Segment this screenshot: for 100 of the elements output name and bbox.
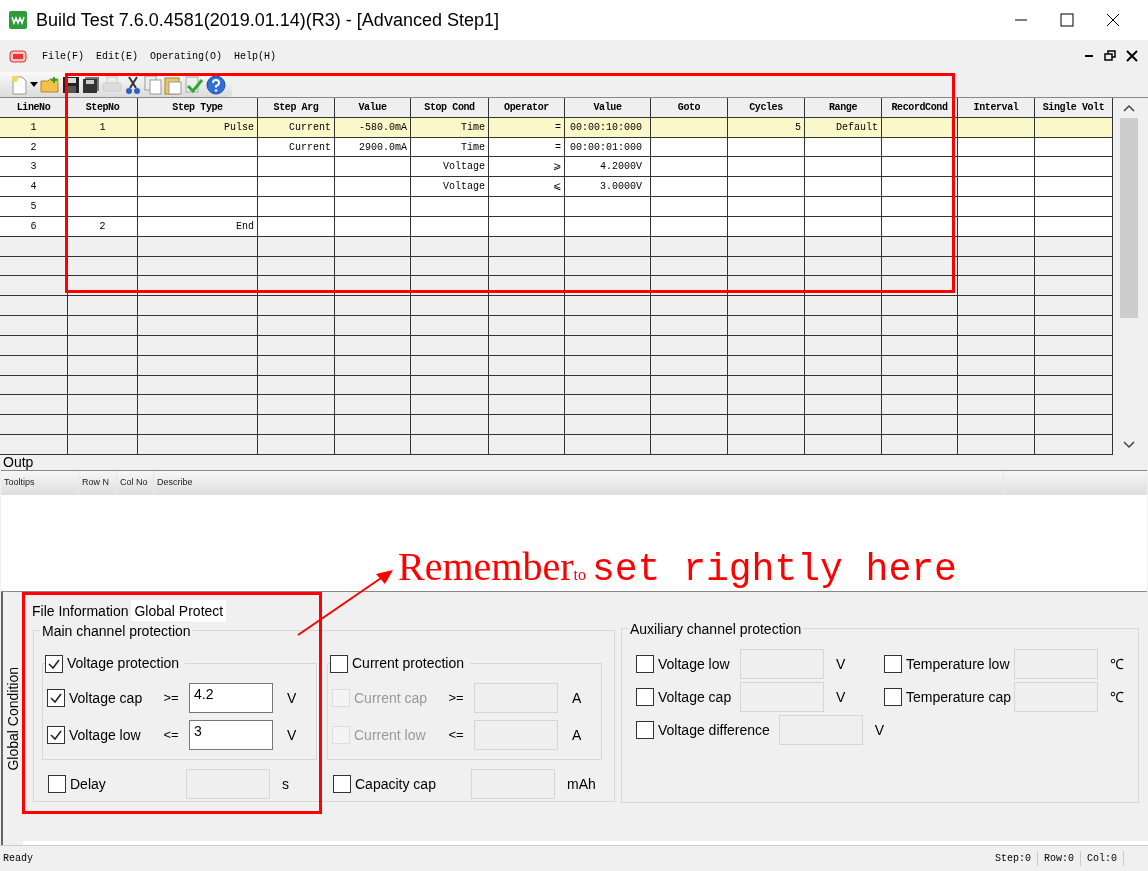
column-header[interactable]: Goto: [651, 98, 728, 118]
table-cell: End: [138, 216, 258, 237]
input-field[interactable]: [740, 682, 824, 712]
floppy-disk-icon[interactable]: [82, 75, 100, 94]
printer-icon[interactable]: [102, 75, 122, 94]
checkbox[interactable]: [330, 654, 348, 673]
column-header[interactable]: Step Type: [138, 98, 258, 118]
table-cell: Current: [258, 137, 335, 158]
column-header[interactable]: Value: [565, 98, 651, 118]
unit-label: A: [572, 725, 582, 745]
input-field[interactable]: [740, 649, 824, 679]
checkbox[interactable]: [636, 688, 654, 706]
table-cell: 3: [0, 157, 68, 178]
checkbox-label: Voltage cap: [69, 688, 144, 708]
input-field[interactable]: [186, 769, 270, 799]
unit-label: V: [836, 687, 846, 707]
operator-label: <=: [162, 726, 180, 745]
clipboard-icon[interactable]: [164, 74, 182, 95]
column-header[interactable]: Interval: [958, 98, 1035, 118]
input-field[interactable]: [1014, 649, 1098, 679]
checkbox-label: Temperature low: [906, 654, 1011, 674]
menu-item[interactable]: Edit(E): [92, 48, 143, 64]
checkbox-label: Delay: [70, 774, 107, 794]
table-cell: ⩽: [489, 177, 565, 198]
table-cell: -580.0mA: [335, 117, 411, 138]
column-header[interactable]: Describe: [154, 471, 1004, 495]
checkbox[interactable]: [47, 726, 65, 744]
checkbox[interactable]: [636, 655, 654, 673]
scrollbar-thumb[interactable]: [1120, 118, 1138, 318]
input-field[interactable]: [1014, 682, 1098, 712]
menu-item[interactable]: Operating(O): [146, 48, 227, 64]
status-text: Step:0: [988, 851, 1038, 866]
operator-label: >=: [447, 689, 465, 708]
checkbox[interactable]: [884, 688, 902, 706]
column-header[interactable]: Single Volt: [1035, 98, 1113, 118]
restore-icon[interactable]: [1104, 50, 1116, 62]
checkbox[interactable]: [884, 655, 902, 673]
table-cell: [68, 435, 138, 455]
unit-label: V: [836, 654, 846, 674]
help-icon[interactable]: [206, 74, 226, 95]
menu-item[interactable]: Help(H): [230, 48, 281, 64]
operator-label: <=: [447, 726, 465, 745]
app-logo-icon: [8, 10, 28, 30]
column-header[interactable]: Step Arg: [258, 98, 335, 118]
copy-icon[interactable]: [144, 74, 162, 95]
checkbox-label: Capacity cap: [355, 774, 437, 794]
column-header[interactable]: Row N: [79, 471, 117, 495]
input-field[interactable]: 4.2: [189, 683, 273, 713]
table-cell: 2: [68, 216, 138, 237]
table-cell: [68, 256, 138, 277]
job-icon: [8, 48, 28, 64]
table-cell: [0, 335, 68, 356]
column-header[interactable]: Tooltips: [1, 471, 79, 495]
column-header[interactable]: StepNo: [68, 98, 138, 118]
checkbox[interactable]: [48, 775, 66, 793]
tab[interactable]: Global Protect: [131, 600, 227, 622]
checkmark-icon[interactable]: [184, 74, 204, 95]
input-field[interactable]: 3: [189, 720, 273, 750]
table-cell: [0, 296, 68, 317]
status-text: Row:0: [1037, 851, 1081, 866]
table-cell: [0, 355, 68, 376]
column-header[interactable]: Cycles: [728, 98, 805, 118]
table-cell: [68, 137, 138, 158]
table-cell: [68, 375, 138, 396]
table-cell: 00:00:10:000: [565, 117, 651, 138]
checkbox-label: Voltage protection: [67, 654, 180, 673]
annotation-text: Rememberto set rightly here: [398, 543, 957, 593]
caret-icon[interactable]: [30, 81, 38, 88]
table-cell: [68, 157, 138, 178]
table-cell: Time: [411, 137, 489, 158]
table-cell: [68, 355, 138, 376]
input-field[interactable]: [471, 769, 555, 799]
checkbox-label: Current low: [354, 725, 427, 745]
column-header[interactable]: Col No: [117, 471, 154, 495]
table-cell: Pulse: [138, 117, 258, 138]
table-cell: 3.0000V: [565, 177, 651, 198]
panel-title: Outp: [3, 455, 34, 470]
table-cell: [0, 435, 68, 455]
table-cell: [0, 395, 68, 416]
table-cell: 5: [0, 197, 68, 217]
menu-item[interactable]: File(F): [38, 48, 88, 64]
unit-label: V: [287, 688, 297, 708]
checkbox[interactable]: [45, 654, 63, 673]
column-header[interactable]: Value: [335, 98, 411, 118]
input-field[interactable]: [778, 715, 863, 745]
column-header[interactable]: Operator: [489, 98, 565, 118]
column-header[interactable]: Range: [805, 98, 882, 118]
checkbox[interactable]: [47, 689, 65, 707]
checkbox[interactable]: [333, 775, 351, 793]
close-icon[interactable]: [1126, 50, 1138, 62]
table-cell: Time: [411, 117, 489, 138]
column-header[interactable]: Stop Cond: [411, 98, 489, 118]
scissors-icon[interactable]: [124, 74, 142, 95]
vertical-tab[interactable]: Global Condition: [2, 666, 24, 771]
table-cell: [68, 415, 138, 436]
checkbox[interactable]: [636, 721, 654, 739]
column-header[interactable]: RecordCond: [882, 98, 958, 118]
checkbox-label: Voltage low: [658, 654, 731, 674]
tab[interactable]: File Information: [29, 600, 132, 622]
table-cell: [68, 236, 138, 257]
